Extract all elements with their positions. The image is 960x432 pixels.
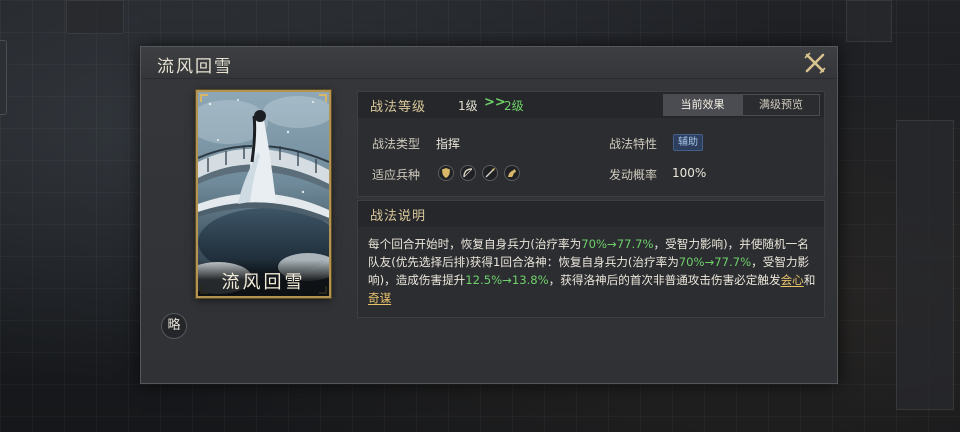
level-to: 2级: [504, 99, 524, 113]
tactic-description-panel: 战法说明 每个回合开始时，恢复自身兵力(治疗率为70%→77.7%，受智力影响)…: [357, 200, 825, 318]
level-arrow-icon: >>: [484, 95, 506, 110]
tactic-info-panel: 战法等级 1级 >> 2级 当前效果 满级预览 战法类型 指挥 战法特性 辅助 …: [357, 91, 825, 197]
unit-label: 适应兵种: [372, 168, 421, 182]
description-header: 战法说明: [358, 201, 824, 227]
backdrop-panel: [896, 120, 954, 410]
level-from: 1级: [458, 99, 478, 113]
tactic-detail-dialog: 流风回雪 流风回雪 略 战法等级 1级 >> 2级 当前效果 满级预览 战法类型…: [140, 46, 838, 384]
spear-icon[interactable]: [482, 165, 498, 181]
description-segment: ，获得洛神后的首次非普通攻击伤害必定触发: [548, 273, 781, 287]
level-label: 战法等级: [370, 100, 427, 115]
abbrev-badge[interactable]: 略: [161, 313, 187, 339]
side-drawer-tab[interactable]: [0, 40, 7, 115]
tactic-card: 流风回雪: [196, 90, 331, 298]
backdrop-panel: [846, 0, 892, 42]
card-corner-ornament: [200, 94, 208, 102]
dialog-title: 流风回雪: [157, 57, 233, 77]
critical-keyword-link[interactable]: 会心: [781, 273, 804, 287]
type-label: 战法类型: [372, 137, 421, 151]
heal-rate-value: 70%→77.7%: [581, 237, 654, 251]
card-corner-ornament: [319, 94, 327, 102]
card-name: 流风回雪: [198, 260, 329, 296]
heal-rate-value: 70%→77.7%: [678, 255, 752, 269]
trait-badge: 辅助: [673, 134, 703, 151]
close-x-icon: [804, 52, 826, 74]
close-button[interactable]: [803, 51, 827, 75]
chance-value: 100%: [672, 166, 707, 180]
info-header: 战法等级 1级 >> 2级 当前效果 满级预览: [358, 92, 824, 118]
trait-label: 战法特性: [609, 137, 658, 151]
tab-max-level-preview[interactable]: 满级预览: [742, 94, 820, 116]
horse-icon[interactable]: [504, 165, 520, 181]
chance-label: 发动概率: [609, 168, 658, 182]
description-segment: 每个回合开始时，恢复自身兵力(治疗率为: [368, 237, 582, 251]
description-segment: 和: [803, 273, 816, 287]
description-label: 战法说明: [370, 209, 427, 224]
shield-icon[interactable]: [438, 165, 454, 181]
description-text: 每个回合开始时，恢复自身兵力(治疗率为70%→77.7%，受智力影响)，并使随机…: [368, 235, 818, 307]
damage-boost-value: 12.5%→13.8%: [465, 273, 549, 287]
strategy-keyword-link[interactable]: 奇谋: [368, 291, 391, 305]
bow-icon[interactable]: [460, 165, 476, 181]
backdrop-panel: [66, 0, 124, 34]
dialog-header: 流风回雪: [141, 47, 837, 79]
tab-current-effect[interactable]: 当前效果: [663, 94, 742, 116]
type-value: 指挥: [436, 137, 461, 151]
